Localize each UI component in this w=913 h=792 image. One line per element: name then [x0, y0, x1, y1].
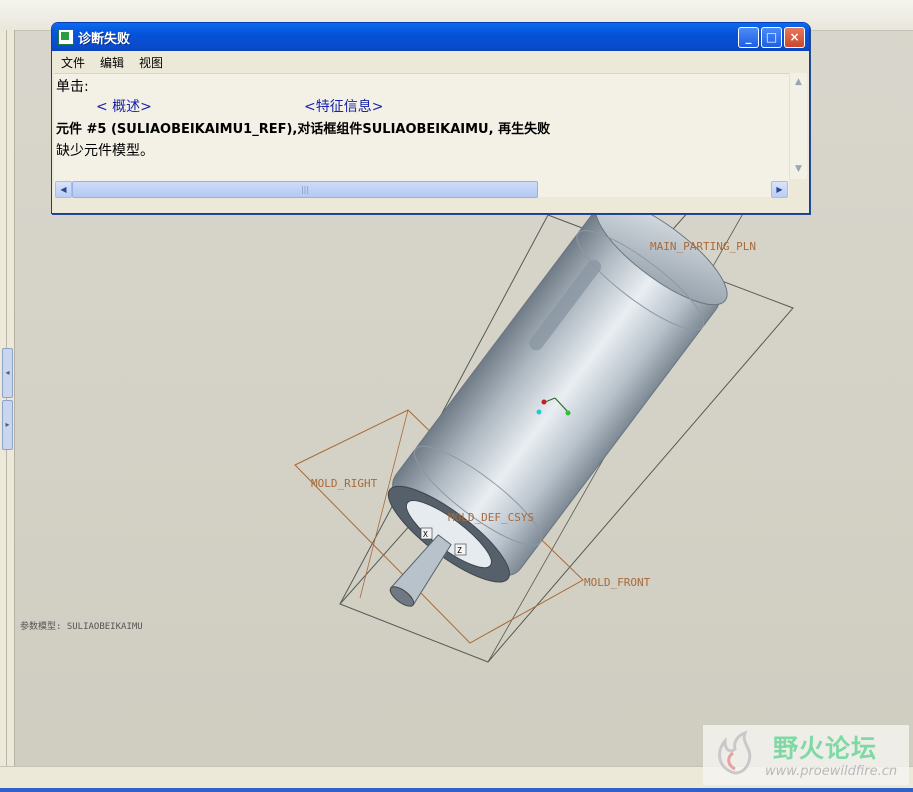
diagnostic-failure-dialog[interactable]: 诊断失败 _ □ × 文件 编辑 视图 单击: < 概述> <特征信息> 元件 #5… — [51, 22, 810, 214]
scroll-up-icon[interactable]: ▲ — [791, 75, 806, 90]
model-name-label: 参数模型: SULIAOBEIKAIMU — [20, 622, 143, 632]
taskbar-edge — [0, 788, 913, 792]
csys-origin-cyan — [536, 409, 542, 415]
dialog-title: 诊断失败 — [78, 32, 131, 47]
error-message: 元件 #5 (SULIAOBEIKAIMU1_REF),对话框组件SULIAOB… — [56, 122, 551, 137]
feature-info-link[interactable]: <特征信息> — [304, 96, 383, 116]
csys-origin-green — [565, 410, 571, 416]
watermark-url: www.proewildfire.cn — [765, 764, 898, 779]
menu-view[interactable]: 视图 — [130, 51, 169, 71]
horizontal-scrollbar[interactable]: ◀ ||| ▶ — [54, 180, 789, 198]
message-area[interactable]: 单击: < 概述> <特征信息> 元件 #5 (SULIAOBEIKAIMU1_… — [54, 73, 789, 180]
scroll-right-icon[interactable]: ▶ — [771, 181, 788, 198]
mold-def-csys-label[interactable]: MOLD_DEF_CSYS — [448, 511, 534, 524]
close-button[interactable]: × — [784, 27, 805, 48]
dialog-menubar: 文件 编辑 视图 — [52, 51, 809, 71]
scroll-down-icon[interactable]: ▼ — [791, 162, 806, 177]
csys-origin-red — [541, 399, 547, 405]
mold-right-label[interactable]: MOLD_RIGHT — [311, 477, 378, 490]
minimize-button[interactable]: _ — [738, 27, 759, 48]
vertical-scrollbar[interactable]: ▲ ▼ — [789, 73, 807, 179]
watermark-title: 野火论坛 — [773, 734, 878, 763]
click-prompt: 单击: — [56, 79, 89, 95]
overview-link[interactable]: < 概述> — [96, 96, 152, 116]
mold-front-label[interactable]: MOLD_FRONT — [584, 576, 651, 589]
menu-file[interactable]: 文件 — [52, 51, 91, 71]
forum-watermark: 野火论坛 www.proewildfire.cn — [703, 725, 909, 785]
maximize-button[interactable]: □ — [761, 27, 782, 48]
missing-model-message: 缺少元件模型。 — [56, 143, 154, 159]
horizontal-scroll-thumb[interactable]: ||| — [72, 181, 538, 198]
csys-x-label: X — [423, 530, 428, 539]
main-parting-pln-label[interactable]: MAIN_PARTING_PLN — [650, 240, 756, 253]
csys-z-label: Z — [457, 546, 462, 555]
dialog-app-icon — [58, 29, 74, 45]
menu-edit[interactable]: 编辑 — [91, 51, 130, 71]
dialog-titlebar[interactable]: 诊断失败 _ □ × — [52, 23, 809, 51]
flame-logo-icon — [718, 730, 752, 775]
scroll-left-icon[interactable]: ◀ — [55, 181, 72, 198]
